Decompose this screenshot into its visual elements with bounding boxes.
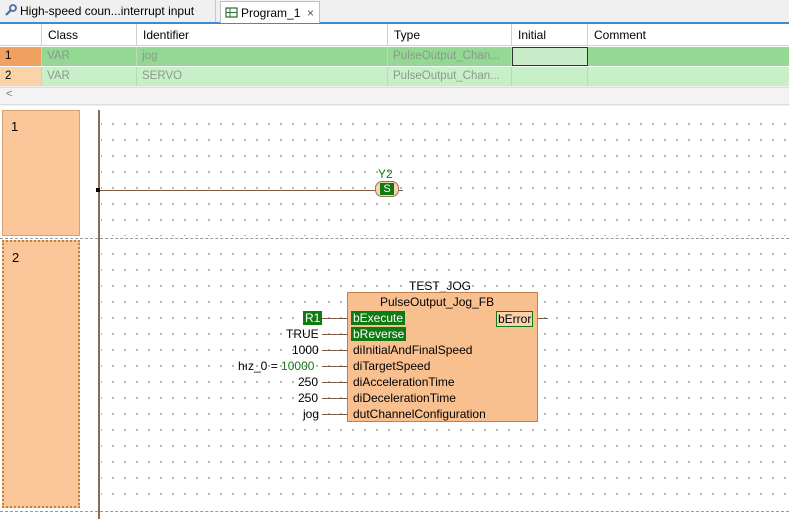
rung-number[interactable]: 2	[2, 240, 80, 508]
cell-identifier[interactable]: jog	[137, 47, 388, 66]
fb-output-label: bError	[496, 311, 534, 327]
fb-type-name: PulseOutput_Jog_FB	[380, 295, 495, 309]
input-wire	[322, 398, 348, 399]
fb-input-label: diInitialAndFinalSpeed	[353, 343, 473, 357]
cell-type[interactable]: PulseOutput_Chan...	[388, 47, 512, 66]
coil-symbol: S	[380, 183, 394, 195]
rung-wire	[98, 190, 376, 191]
input-prefix: hız_0 =	[238, 359, 278, 373]
input-wire	[322, 334, 348, 335]
fb-input-pin: bReverse	[351, 327, 407, 341]
rung-number[interactable]: 1	[2, 110, 80, 236]
row-number[interactable]: 1	[0, 47, 42, 66]
input-value[interactable]: 1000	[292, 343, 319, 357]
input-value[interactable]: 250	[298, 375, 318, 389]
horizontal-scrollbar[interactable]: <	[0, 87, 789, 105]
input-value[interactable]: 10000	[281, 359, 314, 373]
input-wire	[322, 366, 348, 367]
tab-high-speed-counter[interactable]: High-speed coun...interrupt input	[0, 0, 216, 22]
input-value[interactable]: TRUE	[286, 327, 319, 341]
table-row[interactable]: 1 VAR jog PulseOutput_Chan...	[0, 47, 789, 66]
cell-initial[interactable]	[512, 47, 588, 66]
tab-bar: High-speed coun...interrupt input Progra…	[0, 0, 789, 24]
rung-divider	[0, 238, 789, 239]
scroll-left-icon[interactable]: <	[6, 88, 12, 100]
ladder-program-icon	[225, 7, 238, 18]
close-icon[interactable]: ×	[307, 2, 314, 24]
fb-input-label: bExecute	[351, 311, 406, 325]
fb-instance-name[interactable]: TEST_JOG	[409, 279, 471, 293]
column-header-comment[interactable]: Comment	[588, 24, 789, 46]
ladder-editor[interactable]: 1 Y2 S 2 TEST_JOG PulseOutput_Jog_FB bEx…	[0, 106, 789, 519]
input-value[interactable]: 250	[298, 391, 318, 405]
cell-identifier[interactable]: SERVO	[137, 67, 388, 86]
fb-input-pin: bExecute	[351, 311, 406, 325]
function-block[interactable]: PulseOutput_Jog_FB bExecute bReverse diI…	[347, 292, 538, 422]
cell-initial[interactable]	[512, 67, 588, 86]
input-wire	[322, 318, 348, 319]
input-variable: hız_0 = 10000	[238, 359, 314, 373]
output-wire	[538, 318, 548, 319]
tab-label: Program_1	[241, 6, 301, 20]
fb-input-label: dutChannelConfiguration	[353, 407, 486, 421]
tab-label: High-speed coun...interrupt input	[20, 4, 195, 18]
wire-node	[96, 188, 100, 192]
column-header-identifier[interactable]: Identifier	[137, 24, 388, 46]
column-header-type[interactable]: Type	[388, 24, 512, 46]
fb-input-label: diDecelerationTime	[353, 391, 456, 405]
wrench-icon	[5, 4, 17, 16]
input-variable: R1	[303, 311, 323, 325]
rung-wire-end	[399, 190, 403, 191]
grid-dots	[101, 110, 789, 236]
rung-divider	[0, 511, 789, 512]
cell-comment[interactable]	[588, 67, 789, 86]
input-wire	[322, 382, 348, 383]
tab-program-1[interactable]: Program_1 ×	[220, 1, 320, 23]
input-wire	[322, 350, 348, 351]
variable-table: Class Identifier Type Initial Comment 1 …	[0, 24, 789, 86]
row-number-header	[0, 24, 42, 46]
column-header-class[interactable]: Class	[42, 24, 137, 46]
fb-input-label: bReverse	[351, 327, 407, 341]
cell-comment[interactable]	[588, 47, 789, 66]
input-value[interactable]: jog	[303, 407, 319, 421]
cell-class[interactable]: VAR	[42, 67, 137, 86]
input-value[interactable]: R1	[303, 311, 323, 325]
input-wire	[322, 414, 348, 415]
set-coil[interactable]: S	[375, 181, 399, 197]
row-number[interactable]: 2	[0, 67, 42, 86]
cell-class[interactable]: VAR	[42, 47, 137, 66]
power-rail	[98, 110, 100, 519]
fb-input-label: diTargetSpeed	[353, 359, 431, 373]
column-header-initial[interactable]: Initial	[512, 24, 588, 46]
coil-variable[interactable]: Y2	[378, 167, 393, 181]
fb-input-label: diAccelerationTime	[353, 375, 455, 389]
table-row[interactable]: 2 VAR SERVO PulseOutput_Chan...	[0, 67, 789, 86]
cell-type[interactable]: PulseOutput_Chan...	[388, 67, 512, 86]
